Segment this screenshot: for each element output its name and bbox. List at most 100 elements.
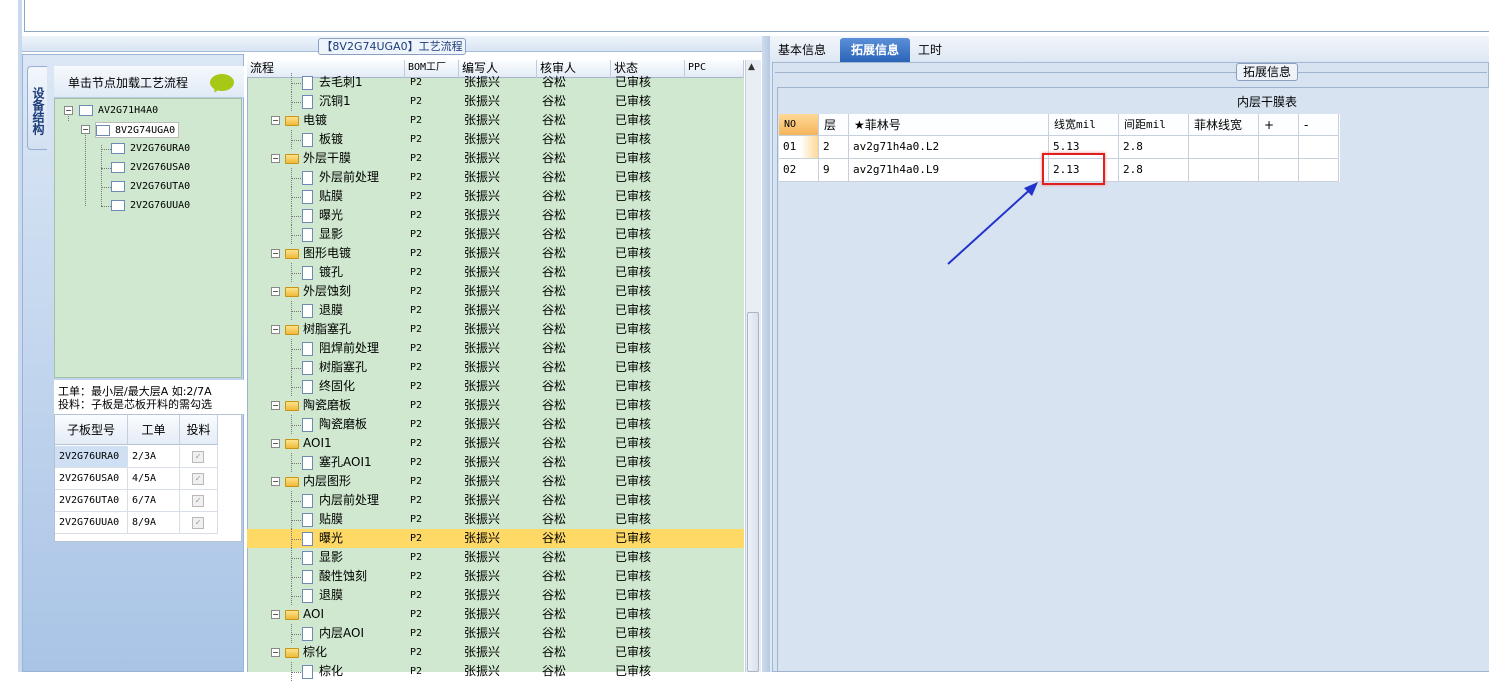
process-name-cell[interactable]: 退膜 [302,301,403,320]
process-name-cell[interactable]: 树脂塞孔 [302,358,403,377]
status-cell[interactable]: 已审核 [615,225,685,244]
writer-cell[interactable]: 张振兴 [464,529,538,548]
col-header-film-no[interactable]: ★菲林号 [849,114,1049,136]
process-name-cell[interactable]: 棕化 [285,643,403,662]
subtable-cell-model[interactable]: 2V2G76UTA0 [55,490,128,512]
process-name-cell[interactable]: 图形电镀 [285,244,403,263]
status-cell[interactable]: 已审核 [615,643,685,662]
col-header-spacing[interactable]: 间距mil [1119,114,1189,136]
feed-checkbox[interactable]: ✓ [192,473,204,485]
cell-add[interactable] [1259,159,1299,182]
reviewer-cell[interactable]: 谷松 [542,244,612,263]
tree-toggle-collapse-icon[interactable]: − [271,287,280,296]
reviewer-cell[interactable]: 谷松 [542,510,612,529]
reviewer-cell[interactable]: 谷松 [542,339,612,358]
process-row[interactable]: − 外层干膜 P2 张振兴 谷松 已审核 [247,149,744,168]
bom-factory-cell[interactable]: P2 [410,111,460,130]
tree-node-child[interactable]: 2V2G76UTA0 [111,179,190,195]
reviewer-cell[interactable]: 谷松 [542,301,612,320]
tree-toggle-collapse-icon[interactable]: − [271,249,280,258]
writer-cell[interactable]: 张振兴 [464,643,538,662]
tree-toggle-collapse-icon[interactable]: − [271,648,280,657]
process-row[interactable]: 树脂塞孔 P2 张振兴 谷松 已审核 [247,358,744,377]
tree-toggle-collapse-icon[interactable]: − [64,106,73,115]
reviewer-cell[interactable]: 谷松 [542,130,612,149]
subtable-cell-model[interactable]: 2V2G76USA0 [55,468,128,490]
bom-factory-cell[interactable]: P2 [410,624,460,643]
tree-node-child[interactable]: 2V2G76USA0 [111,160,190,176]
reviewer-cell[interactable]: 谷松 [542,586,612,605]
writer-cell[interactable]: 张振兴 [464,244,538,263]
process-name-cell[interactable]: 内层前处理 [302,491,403,510]
process-row[interactable]: 退膜 P2 张振兴 谷松 已审核 [247,301,744,320]
process-row[interactable]: 去毛刺1 P2 张振兴 谷松 已审核 [247,73,744,92]
status-cell[interactable]: 已审核 [615,567,685,586]
bom-factory-cell[interactable]: P2 [410,415,460,434]
subtable-cell-order[interactable]: 8/9A [128,512,180,534]
col-header-feed[interactable]: 投料 [180,415,218,445]
writer-cell[interactable]: 张振兴 [464,491,538,510]
cell-add[interactable] [1259,136,1299,159]
status-cell[interactable]: 已审核 [615,434,685,453]
cell-spacing[interactable]: 2.8 [1119,159,1189,182]
cell-remove[interactable] [1299,159,1339,182]
process-row[interactable]: 内层AOI P2 张振兴 谷松 已审核 [247,624,744,643]
bom-factory-cell[interactable]: P2 [410,548,460,567]
cell-film-width[interactable] [1189,159,1259,182]
status-cell[interactable]: 已审核 [615,586,685,605]
col-header-layer[interactable]: 层 [819,114,849,136]
status-cell[interactable]: 已审核 [615,320,685,339]
tree-toggle-collapse-icon[interactable]: − [271,439,280,448]
bom-factory-cell[interactable]: P2 [410,92,460,111]
writer-cell[interactable]: 张振兴 [464,73,538,92]
process-row[interactable]: 显影 P2 张振兴 谷松 已审核 [247,548,744,567]
reviewer-cell[interactable]: 谷松 [542,168,612,187]
process-name-cell[interactable]: 曝光 [302,529,403,548]
process-row[interactable]: − 外层蚀刻 P2 张振兴 谷松 已审核 [247,282,744,301]
process-row[interactable]: − 电镀 P2 张振兴 谷松 已审核 [247,111,744,130]
bom-factory-cell[interactable]: P2 [410,510,460,529]
bom-factory-cell[interactable]: P2 [410,149,460,168]
top-input-box[interactable] [24,0,1489,32]
col-header-order[interactable]: 工单 [128,415,180,445]
reviewer-cell[interactable]: 谷松 [542,206,612,225]
process-row[interactable]: 酸性蚀刻 P2 张振兴 谷松 已审核 [247,567,744,586]
reviewer-cell[interactable]: 谷松 [542,434,612,453]
subtable-cell-order[interactable]: 4/5A [128,468,180,490]
process-name-cell[interactable]: 阻焊前处理 [302,339,403,358]
process-name-cell[interactable]: 终固化 [302,377,403,396]
status-cell[interactable]: 已审核 [615,187,685,206]
process-row[interactable]: 陶瓷磨板 P2 张振兴 谷松 已审核 [247,415,744,434]
status-cell[interactable]: 已审核 [615,168,685,187]
status-cell[interactable]: 已审核 [615,73,685,92]
reviewer-cell[interactable]: 谷松 [542,491,612,510]
bom-factory-cell[interactable]: P2 [410,586,460,605]
process-name-cell[interactable]: AOI [285,605,403,624]
bom-factory-cell[interactable]: P2 [410,491,460,510]
status-cell[interactable]: 已审核 [615,244,685,263]
bom-factory-cell[interactable]: P2 [410,263,460,282]
writer-cell[interactable]: 张振兴 [464,434,538,453]
writer-cell[interactable]: 张振兴 [464,187,538,206]
tab-device-structure[interactable]: 设备结构 [27,66,47,150]
reviewer-cell[interactable]: 谷松 [542,263,612,282]
feed-checkbox[interactable]: ✓ [192,451,204,463]
process-name-cell[interactable]: 陶瓷磨板 [285,396,403,415]
status-cell[interactable]: 已审核 [615,605,685,624]
status-cell[interactable]: 已审核 [615,149,685,168]
reviewer-cell[interactable]: 谷松 [542,358,612,377]
status-cell[interactable]: 已审核 [615,548,685,567]
writer-cell[interactable]: 张振兴 [464,92,538,111]
writer-cell[interactable]: 张振兴 [464,225,538,244]
bom-factory-cell[interactable]: P2 [410,567,460,586]
process-name-cell[interactable]: 贴膜 [302,187,403,206]
writer-cell[interactable]: 张振兴 [464,358,538,377]
status-cell[interactable]: 已审核 [615,263,685,282]
bom-factory-cell[interactable]: P2 [410,301,460,320]
bom-factory-cell[interactable]: P2 [410,377,460,396]
reviewer-cell[interactable]: 谷松 [542,111,612,130]
process-name-cell[interactable]: 曝光 [302,206,403,225]
tree-toggle-collapse-icon[interactable]: − [271,610,280,619]
status-cell[interactable]: 已审核 [615,111,685,130]
process-row[interactable]: 沉铜1 P2 张振兴 谷松 已审核 [247,92,744,111]
